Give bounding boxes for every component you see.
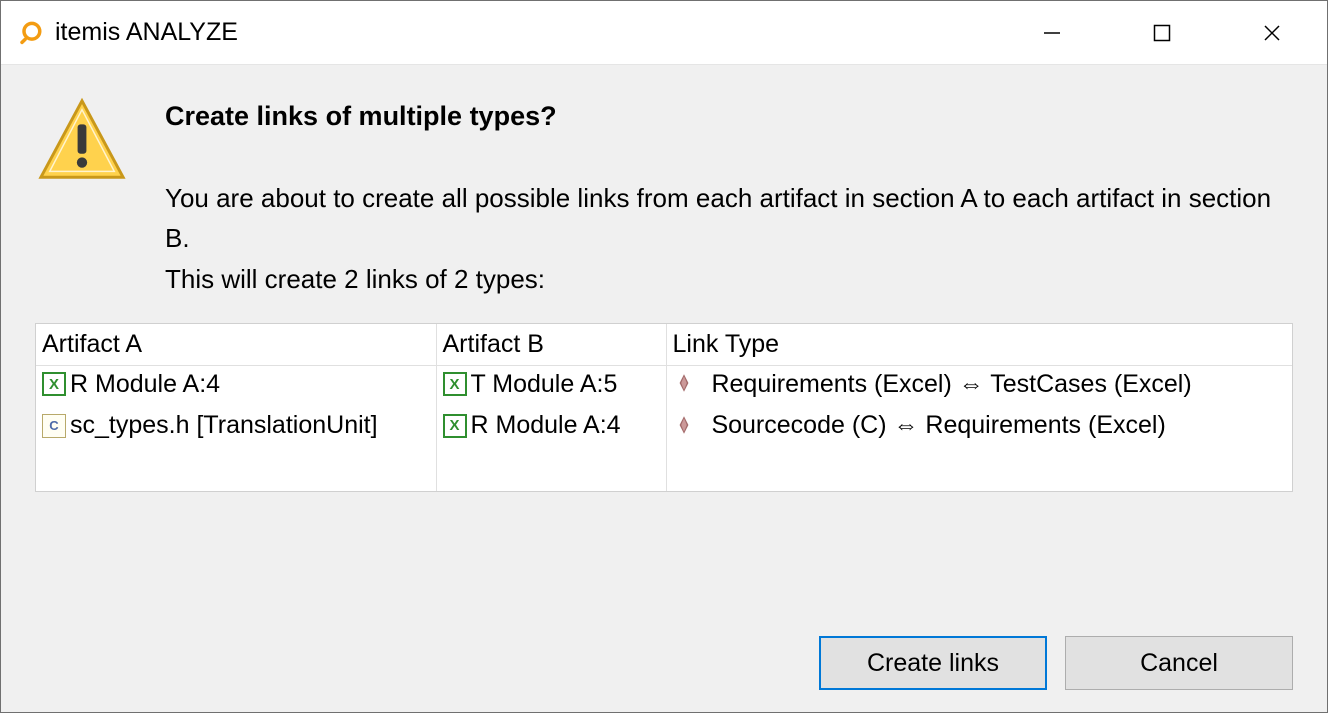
c-file-icon [42,414,66,438]
links-table: Artifact A Artifact B Link Type R Module… [35,323,1293,492]
warning-icon [35,95,129,189]
cancel-button[interactable]: Cancel [1065,636,1293,690]
table-empty-row [36,449,1292,491]
column-header-link-type[interactable]: Link Type [666,324,1292,366]
title-bar: itemis ANALYZE [1,1,1327,65]
dialog-button-row: Create links Cancel [35,606,1293,690]
table-row[interactable]: R Module A:4 T Module A:5 Requirements (E… [36,365,1292,407]
window-controls [997,1,1327,64]
excel-icon [42,372,66,396]
excel-icon [443,414,467,438]
dialog-heading: Create links of multiple types? [165,101,1293,132]
excel-icon [443,372,467,396]
table-row[interactable]: sc_types.h [TranslationUnit] R Module A:4… [36,407,1292,449]
link-type-icon [673,414,697,438]
dialog-body-line1: You are about to create all possible lin… [165,183,1271,253]
dialog-body: You are about to create all possible lin… [165,178,1293,299]
column-header-artifact-b[interactable]: Artifact B [436,324,666,366]
create-links-button[interactable]: Create links [819,636,1047,690]
artifact-b-label: R Module A:4 [471,411,621,440]
dialog-body-line2: This will create 2 links of 2 types: [165,264,545,294]
dialog-window: itemis ANALYZE [0,0,1328,713]
close-button[interactable] [1217,1,1327,64]
minimize-button[interactable] [997,1,1107,64]
link-type-icon [673,372,697,396]
artifact-b-label: T Module A:5 [471,370,618,399]
app-icon [17,19,45,47]
link-type-label: Sourcecode (C) ⇔ Requirements (Excel) [711,411,1165,440]
artifact-a-label: sc_types.h [TranslationUnit] [70,411,378,440]
link-type-label: Requirements (Excel) ⇔ TestCases (Excel) [711,370,1191,399]
maximize-button[interactable] [1107,1,1217,64]
artifact-a-label: R Module A:4 [70,370,220,399]
dialog-content: Create links of multiple types? You are … [1,65,1327,712]
column-header-artifact-a[interactable]: Artifact A [36,324,436,366]
window-title: itemis ANALYZE [55,18,238,47]
